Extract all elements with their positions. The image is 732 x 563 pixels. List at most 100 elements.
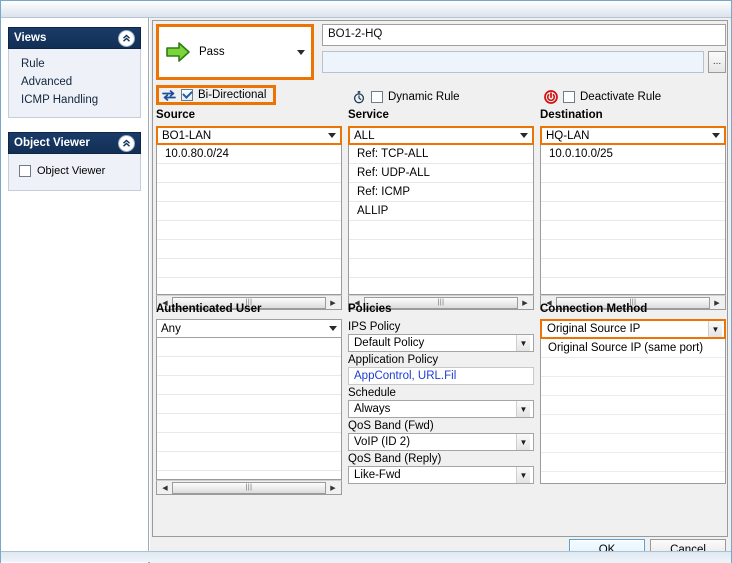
deactivate-rule-checkbox[interactable] [563,91,575,103]
scrollbar-thumb[interactable]: ||| [172,481,326,494]
service-column: Service ALL Ref: TCP-ALL Ref: UDP-ALL Re… [348,109,534,310]
list-item-empty [157,221,341,240]
dynamic-rule-label: Dynamic Rule [388,91,460,103]
rule-editor-dialog: Views Rule Advanced ICMP Handling Object… [0,0,732,563]
list-item[interactable]: 10.0.80.0/24 [157,145,341,164]
bi-directional-flag[interactable]: Bi-Directional [156,85,276,105]
authenticated-user-horizontal-scrollbar[interactable]: ◀ ||| ▶ [156,480,342,495]
policies-title: Policies [348,303,392,315]
list-item-empty [349,221,533,240]
dynamic-rule-flag[interactable]: Dynamic Rule [352,87,460,107]
connection-method-title: Connection Method [540,303,648,315]
chevron-down-icon: ▼ [516,401,530,417]
views-panel-body: Rule Advanced ICMP Handling [8,49,141,118]
chevron-up-icon[interactable] [118,29,135,47]
qos-reply-value: Like-Fwd [354,469,401,481]
qos-fwd-value: VoIP (ID 2) [354,436,411,448]
authenticated-user-listbox[interactable] [156,338,342,480]
list-item-empty [541,202,725,221]
object-viewer-checkbox-row[interactable]: Object Viewer [9,160,140,182]
list-item-empty [157,338,341,357]
list-item[interactable]: 10.0.10.0/25 [541,145,725,164]
comment-input[interactable] [322,51,704,73]
list-item-empty [157,164,341,183]
service-listbox[interactable]: Ref: TCP-ALL Ref: UDP-ALL Ref: ICMP ALLI… [348,145,534,295]
connection-method-options-list[interactable]: Original Source IP (same port) [540,339,726,484]
list-item[interactable]: ALLIP [349,202,533,221]
chevron-down-icon: ▼ [516,467,530,483]
list-item[interactable]: Original Source IP (same port) [541,339,725,358]
sidebar-item-label: Rule [21,58,45,70]
chevron-down-icon [520,133,528,138]
sidebar: Views Rule Advanced ICMP Handling Object… [1,18,149,563]
sidebar-item-icmp-handling[interactable]: ICMP Handling [9,91,140,109]
destination-listbox[interactable]: 10.0.10.0/25 [540,145,726,295]
qos-fwd-dropdown[interactable]: VoIP (ID 2) ▼ [348,433,534,451]
sidebar-item-rule[interactable]: Rule [9,55,140,73]
service-title: Service [348,109,389,121]
stopwatch-icon [353,91,365,104]
list-item-empty [157,452,341,471]
browse-button[interactable]: ... [708,51,726,73]
list-item[interactable]: Ref: UDP-ALL [349,164,533,183]
chevron-up-icon[interactable] [118,134,135,152]
rule-bottom-section: Authenticated User Any ◀ ||| ▶ Policies … [156,303,726,503]
list-item-empty [541,358,725,377]
deactivate-rule-flag[interactable]: Deactivate Rule [544,87,661,107]
list-item-empty [157,433,341,452]
source-column: Source BO1-LAN 10.0.80.0/24 ◀ ||| ▶ [156,109,342,310]
service-selected-value: ALL [354,129,375,142]
service-dropdown[interactable]: ALL [348,126,534,145]
source-dropdown[interactable]: BO1-LAN [156,126,342,145]
chevron-down-icon [329,326,337,331]
action-dropdown[interactable]: Pass [156,24,314,80]
list-item-empty [541,278,725,294]
list-item-empty [541,434,725,453]
ips-policy-dropdown[interactable]: Default Policy ▼ [348,334,534,352]
list-item-empty [349,259,533,278]
dynamic-rule-checkbox[interactable] [371,91,383,103]
list-item-empty [541,453,725,472]
connection-method-dropdown[interactable]: Original Source IP ▼ [540,319,726,339]
bi-directional-label: Bi-Directional [198,89,267,101]
destination-title: Destination [540,109,603,121]
qos-reply-label: QoS Band (Reply) [348,453,442,465]
list-item-empty [541,164,725,183]
chevron-up-icon-glyph [123,34,130,42]
list-item-empty [157,202,341,221]
destination-dropdown[interactable]: HQ-LAN [540,126,726,145]
window-title-bar [1,1,731,18]
application-policy-value[interactable]: AppControl, URL.Fil [348,367,534,385]
main-area: Pass BO1-2-HQ ... Bi-Directional Dynamic… [150,18,731,563]
list-item-empty [541,472,725,483]
source-selected-value: BO1-LAN [162,129,212,142]
qos-fwd-label: QoS Band (Fwd) [348,420,434,432]
object-viewer-checkbox-label: Object Viewer [37,165,106,177]
source-title: Source [156,109,195,121]
schedule-value: Always [354,403,391,415]
authenticated-user-dropdown[interactable]: Any [156,319,342,338]
scroll-right-icon[interactable]: ▶ [326,482,340,494]
list-item[interactable]: Ref: TCP-ALL [349,145,533,164]
list-item-empty [157,278,341,294]
sidebar-item-advanced[interactable]: Advanced [9,73,140,91]
list-item-empty [541,240,725,259]
sidebar-item-label: Advanced [21,76,73,88]
object-viewer-checkbox[interactable] [19,165,31,177]
rule-flags-row: Bi-Directional Dynamic Rule Deactivate R… [156,85,726,107]
rule-name-input[interactable]: BO1-2-HQ [322,24,726,46]
list-item-empty [157,259,341,278]
bi-directional-arrows-icon [162,90,176,101]
views-panel-title: Views [14,32,47,44]
chevron-down-icon [712,133,720,138]
rule-name-value: BO1-2-HQ [328,28,383,40]
scroll-left-icon[interactable]: ◀ [158,482,172,494]
green-right-arrow-icon [166,42,190,62]
source-listbox[interactable]: 10.0.80.0/24 [156,145,342,295]
bi-directional-checkbox[interactable] [181,89,193,101]
list-item[interactable]: Ref: ICMP [349,183,533,202]
action-value: Pass [199,46,225,58]
qos-reply-dropdown[interactable]: Like-Fwd ▼ [348,466,534,484]
destination-selected-value: HQ-LAN [546,129,590,142]
schedule-dropdown[interactable]: Always ▼ [348,400,534,418]
